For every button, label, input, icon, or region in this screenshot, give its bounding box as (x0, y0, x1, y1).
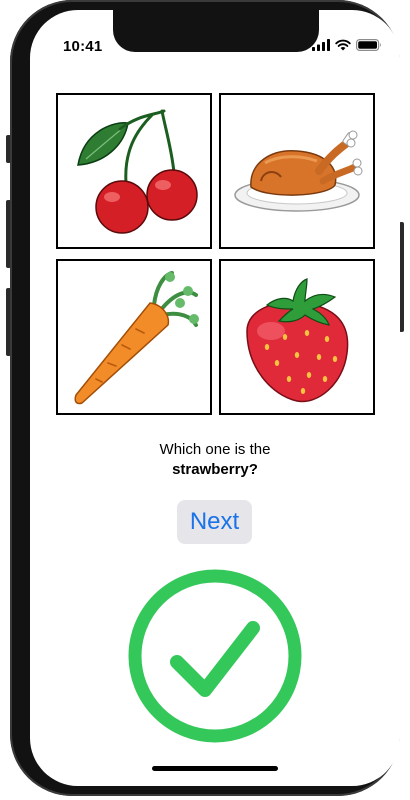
signal-icon (312, 39, 330, 51)
question-prefix: Which one is the (159, 441, 271, 458)
home-indicator[interactable] (152, 766, 278, 771)
choice-roast-chicken[interactable] (219, 93, 375, 249)
cherries-image (77, 109, 198, 234)
phone-frame: 10:41 Which one is the strawberry? Next (10, 0, 400, 796)
choice-carrot[interactable] (56, 259, 212, 415)
result-indicator (125, 566, 305, 746)
roast-chicken-image (234, 130, 363, 212)
carrot-image (74, 271, 199, 405)
screen: 10:41 Which one is the strawberry? Next (30, 10, 400, 786)
wifi-icon (335, 39, 351, 51)
question-text: Which one is the strawberry? (30, 440, 400, 480)
choice-cherries[interactable] (56, 93, 212, 249)
strawberry-image (246, 278, 349, 403)
status-icons (312, 39, 382, 51)
choice-strawberry[interactable] (219, 259, 375, 415)
checkmark-circle-icon (128, 569, 302, 743)
question-target: strawberry? (172, 461, 258, 478)
page: 10:41 Which one is the strawberry? Next (0, 0, 410, 800)
next-button[interactable]: Next (177, 500, 252, 544)
choice-grid (56, 93, 375, 415)
battery-icon (356, 39, 382, 51)
notch (113, 10, 319, 52)
status-time: 10:41 (63, 38, 103, 55)
